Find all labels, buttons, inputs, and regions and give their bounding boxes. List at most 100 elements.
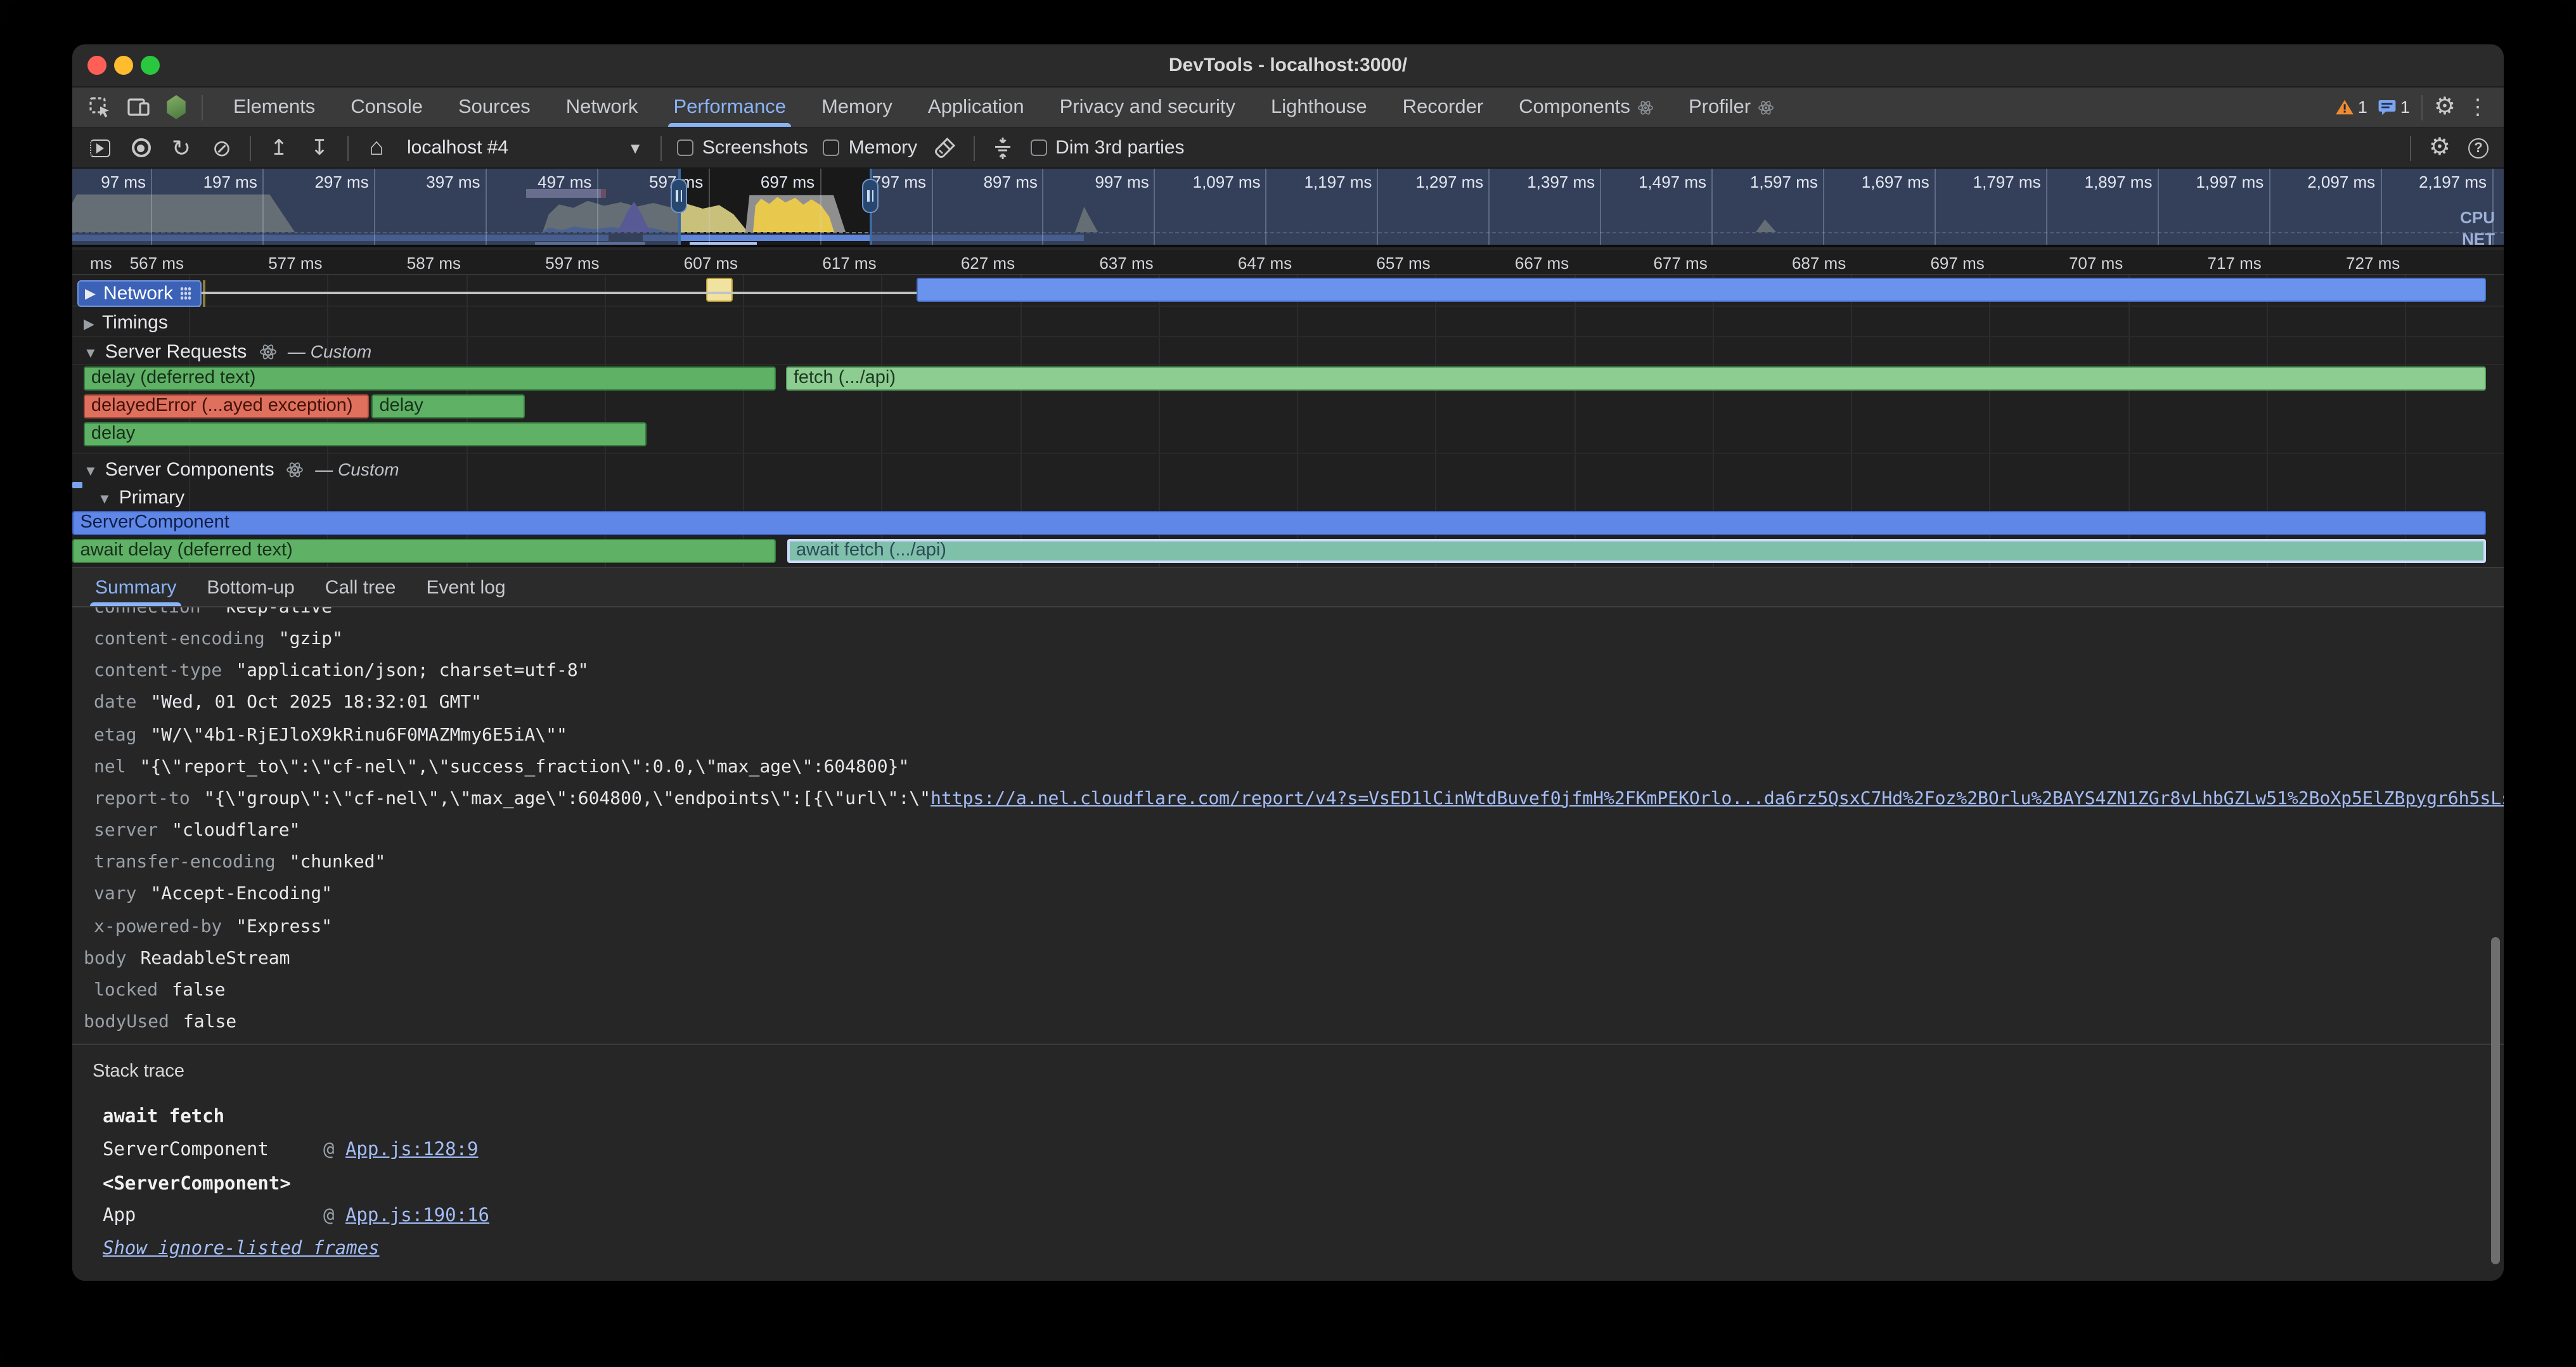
overview-tick-label: 1,497 ms: [1639, 172, 1706, 191]
device-toolbar-icon[interactable]: [126, 94, 151, 120]
stack-frame-location: @ App.js:128:9: [323, 1140, 478, 1160]
live-metrics-home-icon[interactable]: ⌂: [364, 134, 389, 162]
header-key: report-to: [94, 789, 190, 809]
help-icon[interactable]: ?: [2468, 138, 2489, 158]
header-key: nel: [94, 757, 126, 777]
timeline-event-bar[interactable]: delayedError (...ayed exception): [84, 394, 369, 418]
capture-settings-gear-icon[interactable]: ⚙: [2429, 136, 2450, 160]
track-timings-label[interactable]: ▶Timings: [84, 312, 168, 334]
toolbar-separator: [2410, 135, 2411, 160]
issues-message-icon: [2379, 99, 2397, 115]
collapse-arrow-icon[interactable]: ▼: [84, 464, 98, 479]
stack-frame-function: ServerComponent: [103, 1140, 269, 1160]
header-value: "Wed, 01 Oct 2025 18:32:01 GMT": [150, 693, 482, 713]
react-atom-icon: [260, 344, 276, 360]
overview-tick-line: [486, 169, 487, 245]
collapse-arrow-icon[interactable]: ▼: [84, 346, 98, 361]
bottom-tabbar: SummaryBottom-upCall treeEvent log: [72, 567, 2504, 607]
bottom-tab-call-tree[interactable]: Call tree: [310, 568, 411, 606]
timeline-event-bar[interactable]: delay: [84, 422, 646, 446]
ruler-tick-label: 577 ms: [268, 254, 322, 273]
tab-sources[interactable]: Sources: [441, 87, 548, 127]
overview-tick-label: 1,297 ms: [1415, 172, 1483, 191]
timeline-event-bar[interactable]: ServerComponent: [72, 511, 2485, 535]
performance-toolbar: ↻ ⊘ ↥ ↧ ⌂ localhost #4 ▼ Screenshots Mem…: [72, 128, 2504, 169]
warnings-indicator[interactable]: 1: [2335, 98, 2367, 117]
bottom-tab-summary[interactable]: Summary: [80, 568, 191, 606]
tab-privacy-and-security[interactable]: Privacy and security: [1042, 87, 1253, 127]
header-key: body: [84, 948, 126, 968]
history-dropdown[interactable]: localhost #4 ▼: [404, 137, 645, 159]
ruler-tick-label: 627 ms: [961, 254, 1015, 273]
tab-components[interactable]: Components: [1501, 87, 1671, 127]
tab-lighthouse[interactable]: Lighthouse: [1253, 87, 1385, 127]
clear-icon[interactable]: ⊘: [209, 134, 235, 162]
timeline-event-bar[interactable]: fetch (.../api): [786, 366, 2485, 391]
timeline-event-bar[interactable]: [705, 278, 733, 302]
kebab-menu-icon[interactable]: ⋮: [2467, 96, 2489, 118]
bottom-tab-bottom-up[interactable]: Bottom-up: [191, 568, 309, 606]
tab-elements[interactable]: Elements: [216, 87, 333, 127]
header-row: x-powered-by"Express": [94, 916, 332, 936]
dim-3rd-parties-checkbox[interactable]: [1030, 139, 1046, 156]
overview-tick-line: [820, 169, 821, 245]
timeline-event-bar[interactable]: delay (deferred text): [84, 366, 776, 391]
collapse-arrow-icon[interactable]: ▼: [98, 492, 112, 507]
screenshots-checkbox-group: Screenshots: [677, 137, 808, 159]
load-profile-icon[interactable]: ↥: [266, 134, 292, 162]
record-icon[interactable]: [128, 134, 153, 162]
tab-performance[interactable]: Performance: [655, 87, 803, 127]
save-profile-icon[interactable]: ↧: [307, 134, 332, 162]
panel-icons: [72, 87, 216, 127]
toggle-sidebar-icon[interactable]: [87, 134, 113, 162]
ruler-tick-label: 707 ms: [2069, 254, 2123, 273]
overview-tick-label: 697 ms: [761, 172, 815, 191]
timeline-event-bar[interactable]: delay: [371, 394, 525, 418]
record-and-reload-icon[interactable]: ↻: [169, 134, 194, 162]
timeline-event-bar[interactable]: [916, 278, 2485, 302]
source-location-link[interactable]: App.js:128:9: [345, 1140, 479, 1160]
issues-indicator[interactable]: 1: [2379, 98, 2410, 117]
summary-pane: connection"keep-alive"content-encoding"g…: [72, 607, 2504, 1281]
source-location-link[interactable]: App.js:190:16: [345, 1206, 489, 1226]
header-key: date: [94, 693, 136, 713]
tab-profiler[interactable]: Profiler: [1671, 87, 1791, 127]
show-ignore-listed-frames-link[interactable]: Show ignore-listed frames: [103, 1239, 380, 1259]
summary-scrollbar-thumb[interactable]: [2491, 937, 2500, 1264]
track-server-components-label[interactable]: ▼Server Components — Custom: [84, 459, 399, 481]
selection-right-handle[interactable]: [862, 179, 879, 213]
inspect-element-icon[interactable]: [87, 94, 113, 120]
overview-tick-line: [1600, 169, 1601, 245]
tab-recorder[interactable]: Recorder: [1385, 87, 1502, 127]
header-key: x-powered-by: [94, 916, 222, 936]
overview-tick-line: [708, 169, 709, 245]
header-value: "cloudflare": [172, 820, 300, 841]
track-primary-group-label[interactable]: ▼Primary: [98, 487, 184, 509]
memory-checkbox[interactable]: [823, 139, 840, 156]
timeline-event-bar-selected[interactable]: await fetch (.../api): [787, 539, 2485, 563]
settings-gear-icon[interactable]: ⚙: [2434, 95, 2456, 119]
bottom-tab-event-log[interactable]: Event log: [411, 568, 521, 606]
history-dropdown-value: localhost #4: [407, 137, 508, 159]
dim-3rd-parties-label: Dim 3rd parties: [1055, 137, 1184, 159]
screenshots-checkbox[interactable]: [677, 139, 693, 156]
tab-memory[interactable]: Memory: [804, 87, 910, 127]
header-key: locked: [94, 980, 158, 1001]
selection-left-handle[interactable]: [671, 179, 687, 213]
tab-application[interactable]: Application: [910, 87, 1042, 127]
track-drag-grip-icon[interactable]: [181, 287, 192, 301]
track-server-requests-label[interactable]: ▼Server Requests — Custom: [84, 341, 371, 363]
report-to-url-link[interactable]: https://a.nel.cloudflare.com/report/v4?s…: [931, 789, 2504, 809]
timeline-overview[interactable]: 97 ms197 ms297 ms397 ms497 ms597 ms697 m…: [72, 169, 2504, 247]
overview-tick-line: [1154, 169, 1156, 245]
collapse-arrow-icon[interactable]: ▶: [85, 285, 96, 302]
tab-network[interactable]: Network: [548, 87, 656, 127]
collect-garbage-icon[interactable]: [932, 134, 958, 162]
extension-gem-icon[interactable]: [164, 94, 189, 120]
compress-track-icon[interactable]: [989, 134, 1015, 162]
overview-tick-label: 1,997 ms: [2196, 172, 2264, 191]
tab-console[interactable]: Console: [333, 87, 441, 127]
track-network-label[interactable]: ▶ Network: [77, 280, 202, 307]
timeline-event-bar[interactable]: await delay (deferred text): [72, 539, 776, 563]
collapse-arrow-icon[interactable]: ▶: [84, 317, 94, 332]
